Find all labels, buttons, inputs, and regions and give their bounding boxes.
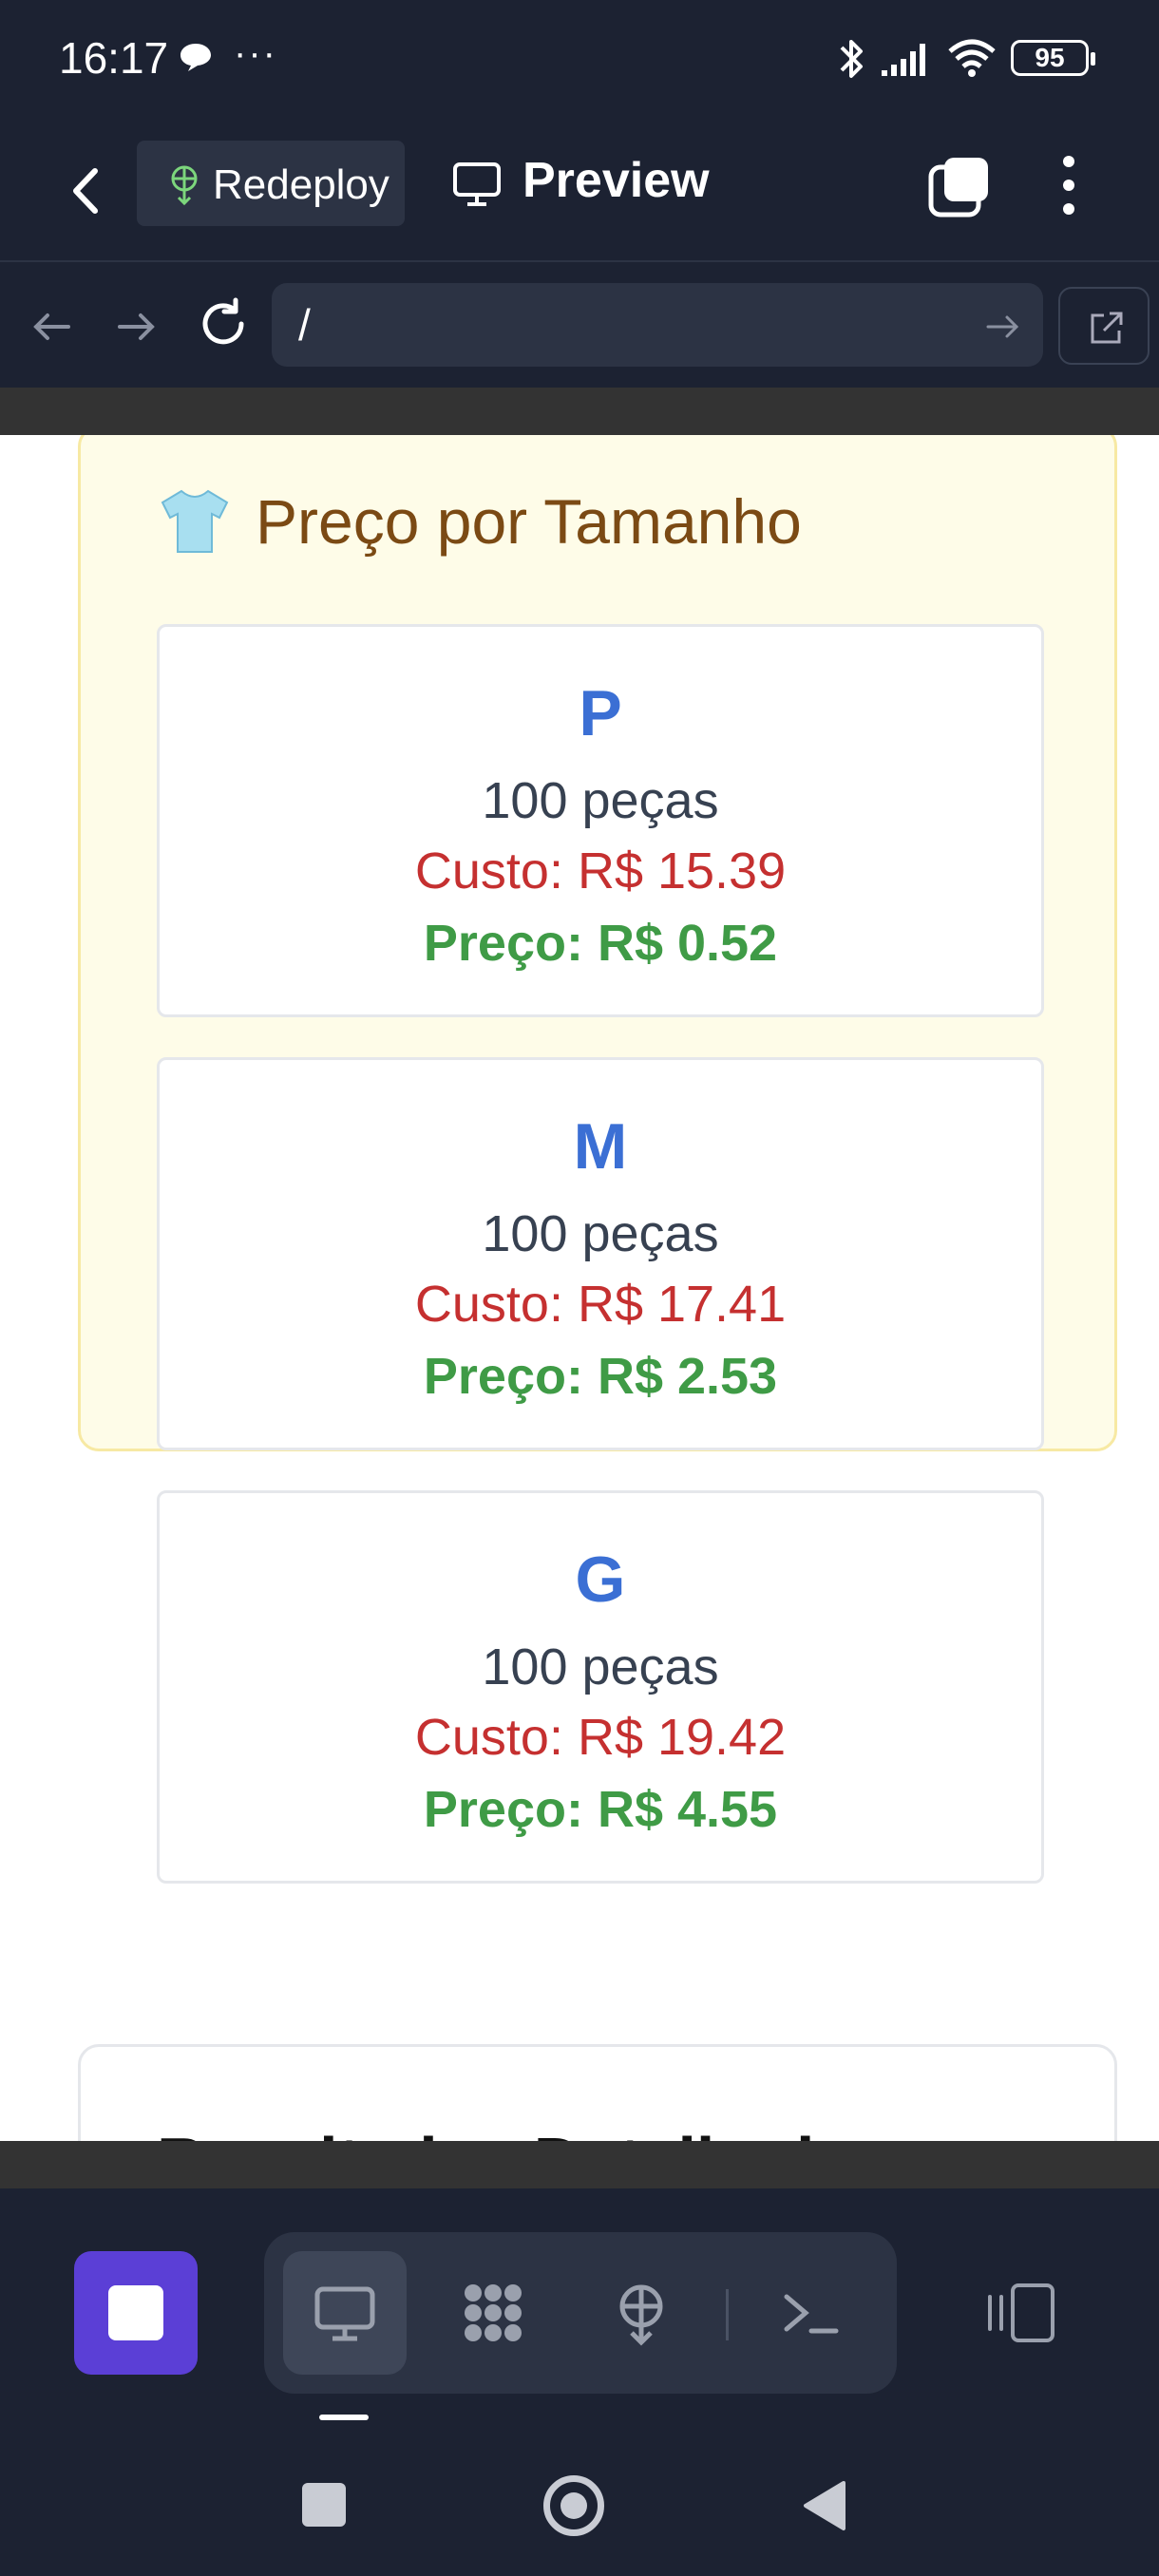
battery-level: 95 [1035,43,1065,72]
reload-icon[interactable] [194,294,253,353]
browser-forward-icon[interactable] [110,300,163,353]
preview-tab-label[interactable]: Preview [522,152,710,209]
webview-bottom-divider [0,2141,1159,2188]
back-arrow-icon[interactable] [57,160,120,222]
deploy-tool-button[interactable] [580,2251,703,2375]
redeploy-label: Redeploy [213,161,390,208]
detailed-results-card: Resultados Detalhados [78,2044,1117,2141]
side-panel-icon[interactable] [984,2280,1060,2346]
grid-blob-icon [465,2284,522,2341]
card-title: Preço por Tamanho [157,485,802,558]
chat-bubble-icon [180,44,211,71]
monitor-icon [453,162,501,206]
monitor-icon [314,2286,375,2341]
tabs-icon[interactable] [927,154,994,220]
wifi-icon [948,39,996,77]
size-cost: Custo: R$ 15.39 [414,843,787,900]
terminal-icon [784,2294,839,2334]
system-back-icon[interactable] [802,2479,847,2532]
redeploy-button[interactable]: Redeploy [137,141,405,226]
size-label: G [575,1544,626,1616]
redeploy-icon [171,165,198,205]
home-button[interactable] [543,2475,604,2536]
size-label: P [579,677,622,749]
status-time: 16:17 [59,33,169,83]
more-vertical-icon[interactable] [1045,152,1092,218]
webview-top-divider [0,388,1159,435]
status-bar: 16:17 ··· 95 [0,0,1159,118]
system-navigation [0,2432,1159,2576]
url-bar [0,262,1159,388]
battery-icon: 95 [1011,40,1095,76]
size-cost: Custo: R$ 17.41 [414,1276,787,1333]
deploy-icon [619,2284,663,2346]
browser-back-icon[interactable] [25,300,78,353]
url-input[interactable] [272,283,1043,367]
card-title-text: Preço por Tamanho [256,486,802,557]
size-price: Preço: R$ 0.52 [423,915,778,972]
size-quantity: 100 peças [482,772,719,829]
size-label: M [573,1110,628,1183]
size-quantity: 100 peças [482,1638,719,1695]
shell-tool-button[interactable] [749,2251,872,2375]
status-more-dots: ··· [234,32,277,74]
tool-divider [726,2289,729,2340]
tshirt-icon [161,489,229,553]
size-quantity: 100 peças [482,1205,719,1262]
recent-apps-button[interactable] [302,2483,346,2527]
tool-switcher [264,2232,897,2394]
detailed-results-title: Resultados Detalhados [157,2123,892,2141]
bluetooth-icon [840,40,863,78]
preview-tool-button[interactable] [283,2251,407,2375]
preview-webview: Preço por Tamanho P 100 peças Custo: R$ … [0,435,1159,2141]
bottom-toolbar [0,2188,1159,2416]
size-cost: Custo: R$ 19.42 [414,1709,787,1766]
stop-button[interactable] [74,2251,198,2375]
size-price: Preço: R$ 4.55 [423,1781,778,1838]
size-card-m: M 100 peças Custo: R$ 17.41 Preço: R$ 2.… [157,1057,1044,1450]
size-card-p: P 100 peças Custo: R$ 15.39 Preço: R$ 0.… [157,624,1044,1017]
url-go-arrow-icon[interactable] [984,310,1022,344]
price-by-size-card: Preço por Tamanho P 100 peças Custo: R$ … [78,435,1117,1884]
size-price: Preço: R$ 2.53 [423,1348,778,1405]
app-header: Redeploy Preview [0,118,1159,262]
active-tab-indicator [319,2415,369,2420]
signal-icon [882,44,925,76]
open-external-button[interactable] [1058,287,1150,365]
size-card-g: G 100 peças Custo: R$ 19.42 Preço: R$ 4.… [157,1490,1044,1884]
workspace-tool-button[interactable] [431,2251,555,2375]
external-link-icon [1091,312,1123,344]
